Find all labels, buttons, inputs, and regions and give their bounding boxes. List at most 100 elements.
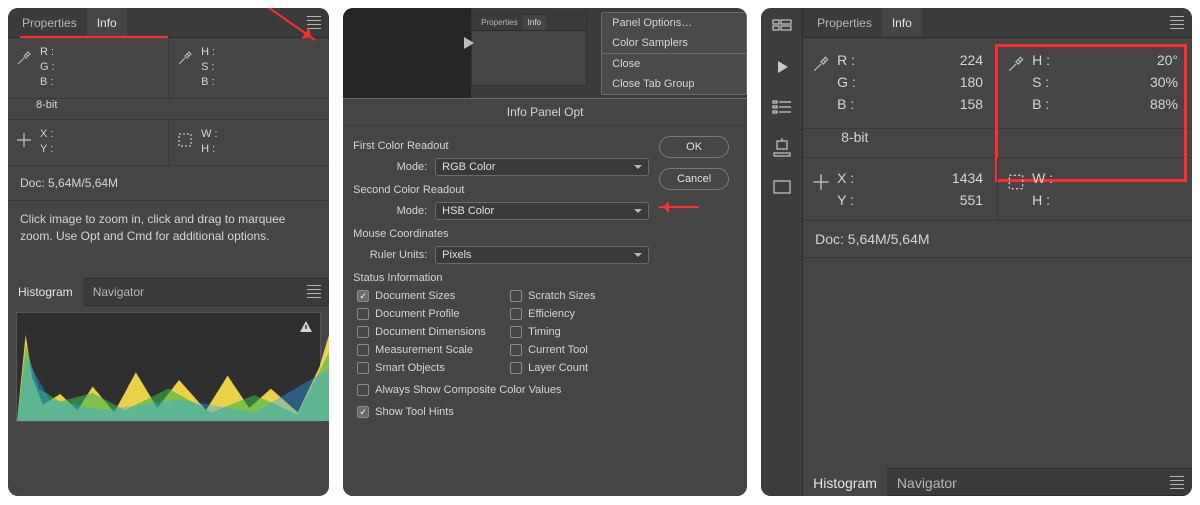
clone-source-panel-icon[interactable] — [770, 136, 794, 158]
second-color-readout: H : S : B : — [168, 38, 329, 98]
ok-button[interactable]: OK — [659, 136, 729, 158]
label-mode: Mode: — [367, 205, 427, 217]
tab-histogram[interactable]: Histogram — [803, 467, 887, 497]
selection-bounds-icon — [175, 130, 195, 150]
cache-warning-icon[interactable] — [298, 319, 314, 340]
checkbox-smart-objects[interactable] — [357, 362, 369, 374]
label-b: B : — [40, 76, 68, 88]
select-ruler-units[interactable]: Pixels — [435, 246, 649, 264]
annotation-arrow — [659, 206, 699, 208]
document-size: Doc: 5,64M/5,64M — [803, 221, 1192, 258]
tab-properties[interactable]: Properties — [12, 8, 87, 37]
check-label: Show Tool Hints — [375, 406, 454, 418]
second-color-readout: H : S : B : 20° 30% 88% — [997, 38, 1192, 128]
value-b: 88% — [1138, 96, 1178, 112]
eyedropper-icon — [1006, 54, 1026, 74]
checkbox-show-tool-hints[interactable] — [357, 406, 369, 418]
play-icon — [459, 34, 477, 57]
dialog-title: Info Panel Opt — [343, 99, 747, 126]
panel-menu-icon[interactable] — [1170, 16, 1184, 29]
secondary-tabstrip: Histogram Navigator — [8, 278, 329, 306]
cancel-button[interactable]: Cancel — [659, 168, 729, 190]
label-r: R : — [837, 52, 865, 68]
value-h: 20° — [1138, 52, 1178, 68]
label-mode: Mode: — [367, 161, 427, 173]
color-readout-row: R : G : B : 224 180 158 H : S : B : — [803, 38, 1192, 129]
panel-menu-icon[interactable] — [307, 285, 321, 298]
check-label: Measurement Scale — [375, 344, 473, 356]
label-g: G : — [837, 74, 865, 90]
group-status-information: Status Information — [353, 272, 649, 284]
label-w: W : — [201, 128, 229, 140]
tab-info[interactable]: Info — [882, 8, 922, 37]
label-h: H : — [1032, 192, 1060, 208]
label-h: H : — [201, 46, 229, 58]
tab-info[interactable]: Info — [87, 8, 127, 37]
label-s: S : — [1032, 74, 1060, 90]
label-w: W : — [1032, 170, 1060, 186]
document-size: Doc: 5,64M/5,64M — [8, 166, 329, 201]
checkbox-scratch-sizes[interactable] — [510, 290, 522, 302]
panel-tabstrip: Properties Info — [8, 8, 329, 38]
collapsed-panel-dock — [761, 8, 803, 496]
checkbox-efficiency[interactable] — [510, 308, 522, 320]
check-label: Smart Objects — [375, 362, 445, 374]
checkbox-timing[interactable] — [510, 326, 522, 338]
check-label: Efficiency — [528, 308, 575, 320]
tab-properties[interactable]: Properties — [807, 8, 882, 37]
crosshair-icon — [14, 130, 34, 150]
info-panel-thumbnail: Properties Info — [471, 14, 587, 86]
check-label: Layer Count — [528, 362, 588, 374]
tab-navigator[interactable]: Navigator — [83, 277, 154, 306]
actions-panel-icon[interactable] — [770, 56, 794, 78]
label-b: B : — [837, 96, 865, 112]
checkbox-document-sizes[interactable] — [357, 290, 369, 302]
check-label: Current Tool — [528, 344, 588, 356]
group-mouse-coordinates: Mouse Coordinates — [353, 228, 649, 240]
check-label: Document Sizes — [375, 290, 455, 302]
check-label: Document Profile — [375, 308, 459, 320]
label-b: B : — [201, 76, 229, 88]
checkbox-current-tool[interactable] — [510, 344, 522, 356]
histogram-display — [16, 312, 321, 422]
menu-close-tab-group[interactable]: Close Tab Group — [602, 74, 746, 94]
coordinates-row: X : Y : W : H : — [8, 120, 329, 166]
checkbox-document-profile[interactable] — [357, 308, 369, 320]
first-color-readout: R : G : B : 224 180 158 — [803, 38, 997, 128]
layers-panel-icon[interactable] — [770, 16, 794, 38]
check-label: Timing — [528, 326, 561, 338]
history-panel-icon[interactable] — [770, 96, 794, 118]
value-g: 180 — [943, 74, 983, 90]
label-h: H : — [1032, 52, 1060, 68]
label-y: Y : — [837, 192, 865, 208]
selection-dimensions: W : H : — [997, 158, 1192, 220]
select-second-readout-mode[interactable]: HSB Color — [435, 202, 649, 220]
canvas-backdrop — [343, 8, 471, 98]
eyedropper-icon — [175, 48, 195, 68]
panel-menu-icon[interactable] — [1170, 476, 1184, 489]
select-first-readout-mode[interactable]: RGB Color — [435, 158, 649, 176]
selection-dimensions: W : H : — [168, 120, 329, 165]
mouse-coordinates: X : Y : 1434 551 — [803, 158, 997, 220]
bit-depth-row: 8-bit — [803, 129, 1192, 158]
value-x: 1434 — [943, 170, 983, 186]
checkbox-layer-count[interactable] — [510, 362, 522, 374]
libraries-panel-icon[interactable] — [770, 176, 794, 198]
tab-histogram[interactable]: Histogram — [8, 277, 83, 306]
bit-depth: 8-bit — [803, 129, 868, 157]
checkbox-measurement-scale[interactable] — [357, 344, 369, 356]
checkbox-document-dimensions[interactable] — [357, 326, 369, 338]
menu-color-samplers[interactable]: Color Samplers — [602, 33, 746, 53]
checkbox-always-composite[interactable] — [357, 384, 369, 396]
panel-tabstrip: Properties Info — [803, 8, 1192, 38]
label-x: X : — [837, 170, 865, 186]
label-b: B : — [1032, 96, 1060, 112]
tab-navigator[interactable]: Navigator — [887, 467, 967, 497]
color-readout-row: R : G : B : H : S : B : — [8, 38, 329, 99]
check-label: Always Show Composite Color Values — [375, 384, 561, 396]
tool-hint: Click image to zoom in, click and drag t… — [8, 201, 329, 260]
menu-close[interactable]: Close — [602, 53, 746, 74]
menu-panel-options[interactable]: Panel Options… — [602, 13, 746, 33]
info-panel-options-dialog: Info Panel Opt First Color Readout Mode:… — [343, 98, 747, 496]
mouse-coordinates: X : Y : — [8, 120, 168, 165]
